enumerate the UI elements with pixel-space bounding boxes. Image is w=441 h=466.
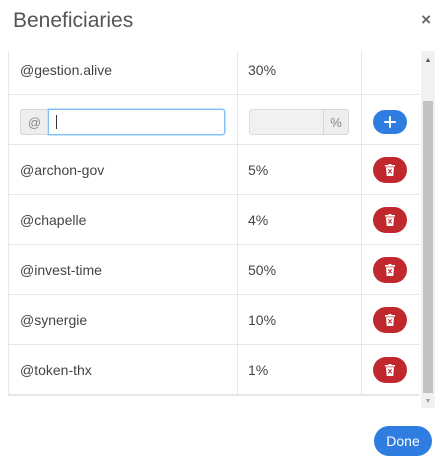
delete-beneficiary-button[interactable] [373, 357, 407, 383]
beneficiary-percent: 10% [248, 311, 277, 328]
delete-beneficiary-button[interactable] [373, 307, 407, 333]
beneficiaries-table: @gestion.alive 30% @ % @archon-gov 5% @c… [8, 51, 420, 396]
beneficiary-percent: 5% [248, 161, 269, 178]
modal-title: Beneficiaries [13, 9, 134, 32]
beneficiary-percent: 30% [248, 61, 277, 78]
beneficiary-name: @chapelle [20, 211, 87, 228]
at-prefix: @ [20, 109, 48, 135]
beneficiary-percent: 4% [248, 211, 269, 228]
table-row: @archon-gov 5% [9, 145, 420, 195]
text-caret [56, 115, 57, 129]
table-row: @invest-time 50% [9, 245, 420, 295]
beneficiary-percent: 1% [248, 361, 269, 378]
beneficiary-name: @archon-gov [20, 161, 105, 178]
scroll-up-icon[interactable]: ▲ [421, 53, 435, 67]
trash-icon [385, 364, 395, 376]
delete-beneficiary-button[interactable] [373, 207, 407, 233]
beneficiaries-table-wrapper: @gestion.alive 30% @ % @archon-gov 5% @c… [8, 51, 435, 408]
beneficiary-name: @synergie [20, 311, 88, 328]
table-row: @token-thx 1% [9, 345, 420, 395]
trash-icon [385, 314, 395, 326]
add-beneficiary-row: @ % [9, 95, 420, 145]
trash-icon [385, 214, 395, 226]
beneficiary-name: @token-thx [20, 361, 92, 378]
plus-icon [384, 116, 396, 128]
table-row: @chapelle 4% [9, 195, 420, 245]
beneficiary-name: @gestion.alive [20, 61, 113, 78]
add-beneficiary-button[interactable] [373, 110, 407, 134]
percent-suffix: % [323, 109, 349, 135]
beneficiary-name: @invest-time [20, 261, 102, 278]
beneficiary-name-input[interactable] [48, 109, 225, 135]
delete-beneficiary-button[interactable] [373, 257, 407, 283]
done-button[interactable]: Done [374, 426, 432, 456]
beneficiary-percent: 50% [248, 261, 277, 278]
trash-icon [385, 264, 395, 276]
vertical-scrollbar[interactable]: ▲ ▼ [421, 51, 435, 408]
delete-beneficiary-button[interactable] [373, 157, 407, 183]
table-row: @gestion.alive 30% [9, 51, 420, 95]
close-icon[interactable]: × [421, 11, 431, 28]
scrollbar-thumb[interactable] [423, 101, 433, 393]
table-row: @synergie 10% [9, 295, 420, 345]
scroll-down-icon[interactable]: ▼ [421, 394, 435, 408]
trash-icon [385, 164, 395, 176]
beneficiary-percent-input[interactable] [249, 109, 323, 135]
